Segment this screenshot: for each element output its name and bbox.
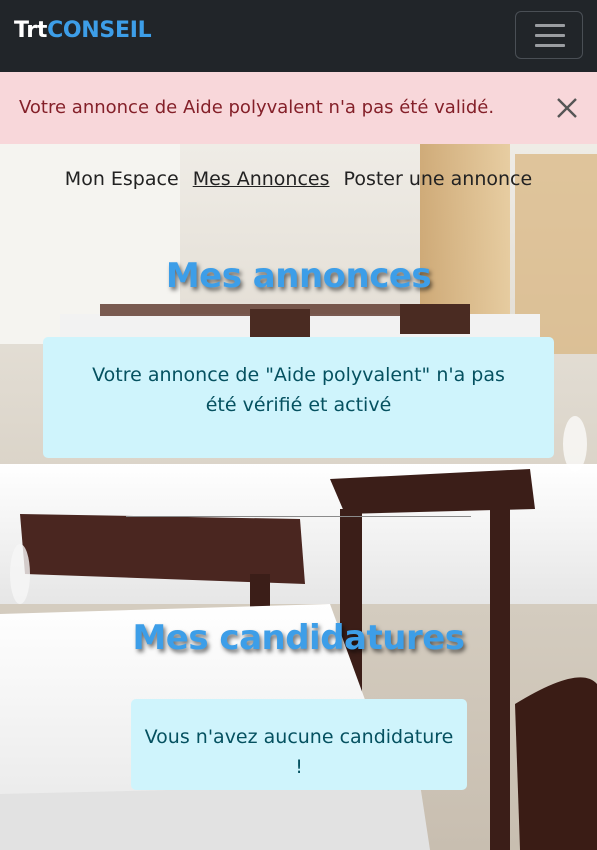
navbar: TrtCONSEIL	[0, 0, 597, 72]
annonces-info-box: Votre annonce de "Aide polyvalent" n'a p…	[43, 337, 554, 458]
candidatures-info-box: Vous n'avez aucune candidature !	[131, 699, 467, 790]
close-icon[interactable]	[555, 96, 579, 120]
brand-part-1: Trt	[14, 18, 48, 43]
annonces-message: Votre annonce de "Aide polyvalent" n'a p…	[92, 364, 505, 416]
candidatures-title: Mes candidatures	[132, 618, 465, 658]
hamburger-icon	[535, 24, 565, 27]
candidatures-message: Vous n'avez aucune candidature !	[144, 726, 454, 778]
brand-part-2: CONSEIL	[47, 18, 152, 43]
subnav-link-poster-annonce[interactable]: Poster une annonce	[344, 168, 533, 190]
navbar-toggler-button[interactable]	[515, 11, 583, 59]
alert-banner: Votre annonce de Aide polyvalent n'a pas…	[0, 72, 597, 144]
section-divider	[126, 516, 471, 517]
brand-logo[interactable]: TrtCONSEIL	[14, 18, 152, 43]
subnav-link-mon-espace[interactable]: Mon Espace	[65, 168, 179, 190]
subnav-link-mes-annonces[interactable]: Mes Annonces	[193, 168, 330, 190]
alert-message: Votre annonce de Aide polyvalent n'a pas…	[19, 97, 495, 118]
annonces-title: Mes annonces	[165, 256, 432, 296]
hamburger-icon	[535, 44, 565, 47]
subnav: Mon Espace Mes Annonces Poster une annon…	[0, 168, 597, 190]
hamburger-icon	[535, 34, 565, 37]
